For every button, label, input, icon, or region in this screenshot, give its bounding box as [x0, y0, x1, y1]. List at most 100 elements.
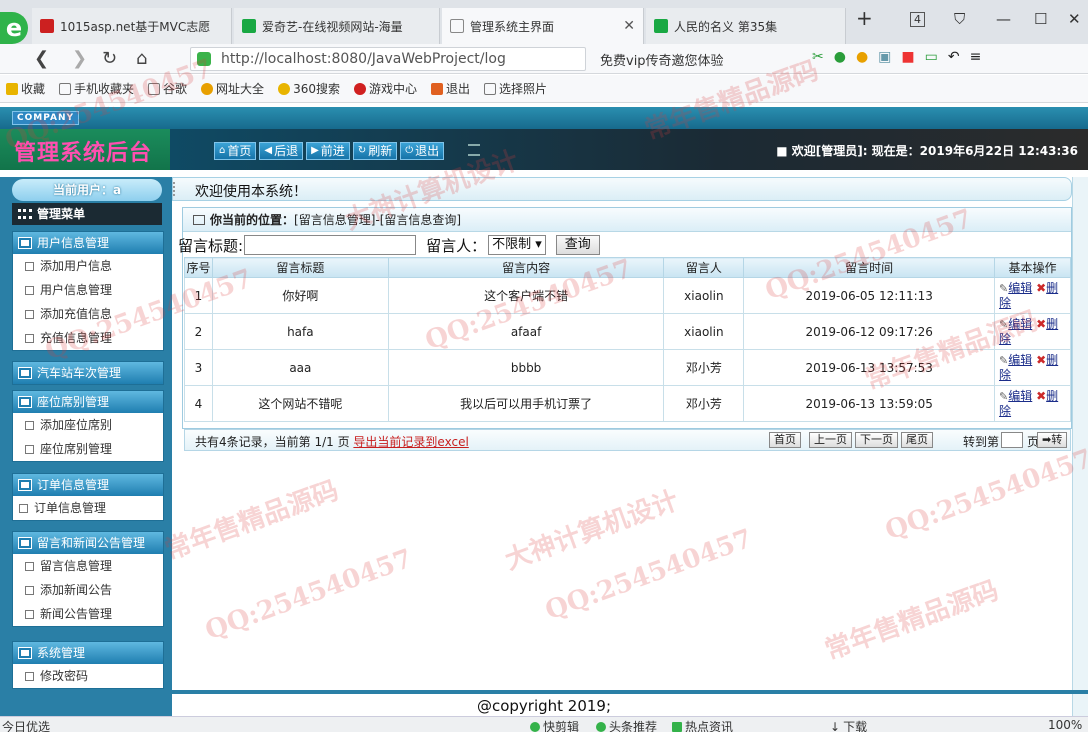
sidebar-item-order-manage[interactable]: 订单信息管理: [13, 496, 163, 520]
page-icon: [25, 334, 34, 343]
battery-icon[interactable]: ▭: [925, 49, 938, 65]
new-tab-button[interactable]: +: [856, 6, 873, 30]
favorite-item[interactable]: 退出: [430, 80, 470, 97]
maximize-icon[interactable]: ☐: [1034, 10, 1047, 28]
go-page-button[interactable]: ➡转: [1037, 432, 1068, 448]
author-select[interactable]: 不限制 ▾: [488, 235, 546, 255]
cell-time: 2019-06-12 09:17:26: [743, 313, 996, 350]
undo-icon[interactable]: ↶: [948, 49, 960, 65]
nav-refresh-button[interactable]: ↻ 刷新: [352, 142, 398, 160]
browser-tab-3[interactable]: 管理系统主界面 ✕: [442, 8, 644, 44]
edit-link[interactable]: 编辑: [1008, 389, 1032, 403]
address-bar: ❮ ❯ ↻ ⌂ http://localhost:8080/JavaWebPro…: [0, 44, 1088, 74]
browser-tab-bar: e 1015asp.net基于MVC志愿 爱奇艺-在线视频网站-海量 管理系统主…: [0, 0, 1088, 44]
sidebar-item-recharge-manage[interactable]: 充值信息管理: [13, 326, 163, 350]
last-page-button[interactable]: 尾页: [901, 432, 933, 448]
tab-count-badge[interactable]: 4: [910, 12, 925, 27]
cell-actions: ✎编辑 ✖删除: [994, 277, 1071, 314]
status-zoom[interactable]: 100%: [1048, 718, 1082, 732]
sidebar-item-add-user[interactable]: 添加用户信息: [13, 254, 163, 278]
url-text: http://localhost:8080/JavaWebProject/log: [221, 51, 506, 67]
forward-icon: ▶: [311, 145, 319, 156]
forward-icon[interactable]: ❯: [72, 48, 87, 69]
minimize-icon[interactable]: —: [996, 10, 1011, 28]
back-icon[interactable]: ❮: [34, 48, 49, 69]
sidebar-item-message-manage[interactable]: 留言信息管理: [13, 554, 163, 578]
next-page-button[interactable]: 下一页: [855, 432, 898, 448]
page-number-input[interactable]: [1001, 432, 1023, 448]
sidebar-item-add-recharge[interactable]: 添加充值信息: [13, 302, 163, 326]
header-toolbar: ⌂ 首页 ◀ 后退 ▶ 前进 ↻ 刷新 ⏻ 退出 ■ 欢迎[管理员]: 现在是：2019年…: [170, 129, 1088, 170]
logo-block: 管理系统后台: [0, 129, 170, 170]
translate-icon[interactable]: ●: [834, 49, 846, 65]
nav-home-button[interactable]: ⌂ 首页: [214, 142, 257, 160]
url-input[interactable]: http://localhost:8080/JavaWebProject/log: [190, 47, 586, 71]
tab-title: 管理系统主界面: [470, 19, 555, 34]
tab-favicon-icon: [654, 19, 668, 33]
coin-icon[interactable]: ●: [856, 49, 868, 65]
nav-forward-button[interactable]: ▶ 前进: [306, 142, 350, 160]
col-title: 留言标题: [211, 257, 389, 278]
copyright-footer: @copyright 2019;: [476, 697, 612, 715]
prev-page-button[interactable]: 上一页: [809, 432, 852, 448]
favorite-item[interactable]: 谷歌: [148, 80, 187, 97]
browser-tab-1[interactable]: 1015asp.net基于MVC志愿: [32, 8, 232, 44]
home-icon[interactable]: ⌂: [136, 48, 147, 69]
breadcrumb: 你当前的位置：[留言信息管理]-[留言信息查询]: [183, 208, 1071, 232]
reload-icon[interactable]: ↻: [102, 48, 117, 69]
ad-link[interactable]: 免费vip传奇邀您体验: [600, 50, 724, 69]
browser-tab-2[interactable]: 爱奇艺-在线视频网站-海量: [234, 8, 440, 44]
scissors-icon[interactable]: ✂: [812, 49, 824, 65]
status-download[interactable]: ↓ 下载: [830, 718, 867, 732]
app-title: 管理系统后台: [14, 141, 153, 166]
status-headlines[interactable]: 头条推荐: [596, 718, 657, 732]
sidebar-item-user-manage[interactable]: 用户信息管理: [13, 278, 163, 302]
close-tab-icon[interactable]: ✕: [623, 18, 635, 34]
title-search-input[interactable]: [244, 235, 417, 255]
favorite-item[interactable]: 360搜索: [278, 80, 340, 97]
table-row: 1 你好啊 这个客户端不错 xiaolin 2019-06-05 12:11:1…: [184, 277, 1071, 314]
sidebar-item-seat-manage[interactable]: 座位席别管理: [13, 437, 163, 461]
favorite-item[interactable]: 收藏: [6, 80, 45, 97]
delete-icon: ✖: [1036, 316, 1047, 331]
favorite-item[interactable]: 选择照片: [484, 80, 547, 97]
scrollbar[interactable]: [1072, 177, 1088, 716]
apps-icon[interactable]: ■: [901, 49, 914, 65]
menu-icon[interactable]: ≡: [970, 49, 982, 65]
refresh-icon: ↻: [357, 145, 367, 156]
grip-icon: [173, 182, 185, 196]
edit-link[interactable]: 编辑: [1008, 281, 1032, 295]
group-title[interactable]: 汽车站车次管理: [13, 362, 163, 384]
group-title[interactable]: 用户信息管理: [13, 232, 163, 254]
folder-icon: [18, 647, 32, 659]
tab-favicon-icon: [450, 19, 464, 33]
shirt-icon[interactable]: ⛉: [954, 10, 965, 28]
sidebar-item-change-password[interactable]: 修改密码: [13, 664, 163, 688]
pagination-bar: 共有4条记录，当前第 1/1 页 导出当前记录到excel 首页 上一页 下一页…: [184, 429, 1071, 451]
sidebar-item-news-manage[interactable]: 新闻公告管理: [13, 602, 163, 626]
export-excel-link[interactable]: 导出当前记录到excel: [353, 435, 468, 449]
nav-logout-button[interactable]: ⏻ 退出: [400, 142, 445, 160]
image-icon[interactable]: ▣: [878, 49, 891, 65]
browser-tab-4[interactable]: 人民的名义 第35集: [646, 8, 846, 44]
search-form: 留言标题: 留言人： 不限制 ▾ 查询: [178, 233, 600, 257]
first-page-button[interactable]: 首页: [769, 432, 801, 448]
status-hot-news[interactable]: 热点资讯: [672, 718, 733, 732]
group-title[interactable]: 订单信息管理: [13, 474, 163, 496]
edit-link[interactable]: 编辑: [1008, 353, 1032, 367]
folder-icon: [18, 537, 32, 549]
close-window-icon[interactable]: ✕: [1068, 10, 1081, 28]
query-button[interactable]: 查询: [555, 235, 600, 255]
group-title[interactable]: 座位席别管理: [13, 391, 163, 413]
sidebar-item-add-seat[interactable]: 添加座位席别: [13, 413, 163, 437]
group-title[interactable]: 系统管理: [13, 642, 163, 664]
favorite-item[interactable]: 手机收藏夹: [59, 80, 134, 97]
favorite-item[interactable]: 网址大全: [201, 80, 264, 97]
cell-author: 邓小芳: [663, 385, 745, 422]
group-title[interactable]: 留言和新闻公告管理: [13, 532, 163, 554]
sidebar-item-add-news[interactable]: 添加新闻公告: [13, 578, 163, 602]
favorite-item[interactable]: 游戏中心: [353, 80, 417, 97]
status-quick-edit[interactable]: 快剪辑: [530, 718, 579, 732]
edit-link[interactable]: 编辑: [1008, 317, 1032, 331]
nav-back-button[interactable]: ◀ 后退: [259, 142, 304, 160]
